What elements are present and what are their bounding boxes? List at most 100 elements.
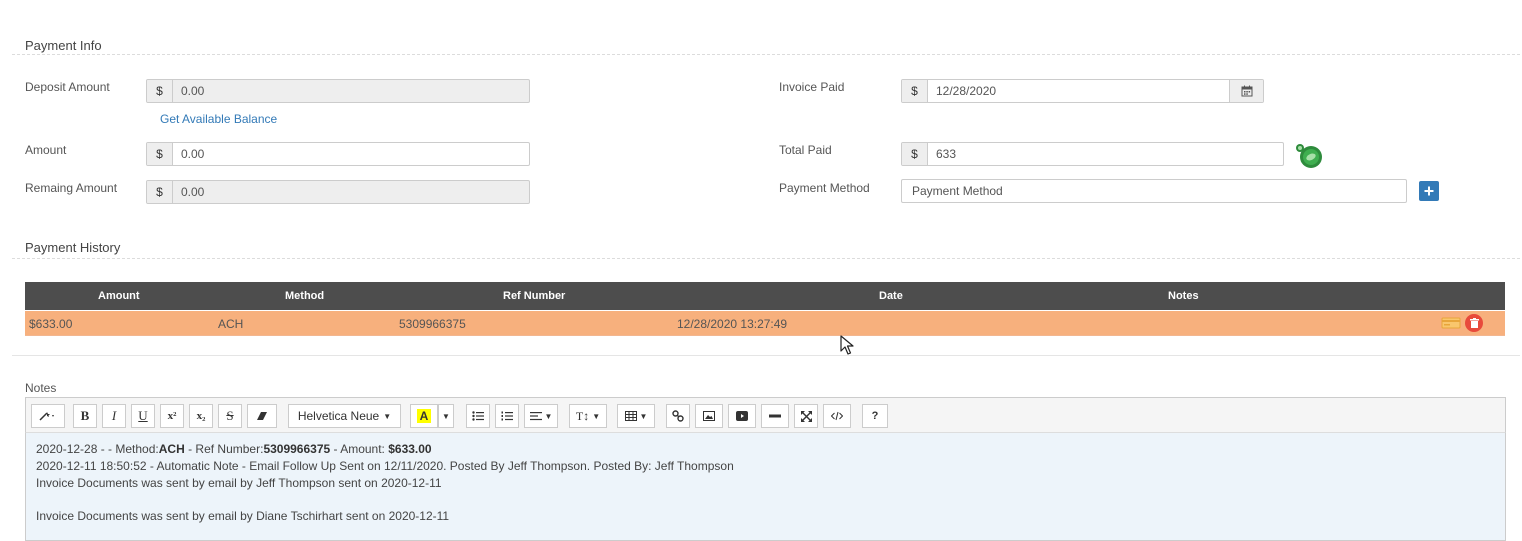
currency-addon: $ [902, 80, 928, 102]
row-ref-number: 5309966375 [399, 317, 466, 331]
color-dropdown-toggle[interactable]: ▼ [438, 404, 454, 428]
insert-video-button[interactable] [728, 404, 756, 428]
highlight-color-button[interactable]: A [410, 404, 438, 428]
column-header-ref-number[interactable]: Ref Number [503, 290, 565, 302]
currency-addon: $ [147, 80, 173, 102]
column-header-date[interactable]: Date [879, 290, 903, 302]
note-line-4: Invoice Documents was sent by email by D… [36, 509, 450, 523]
amount-label: Amount [25, 143, 67, 157]
column-header-amount[interactable]: Amount [98, 290, 140, 302]
ordered-list-button[interactable] [495, 404, 519, 428]
column-header-method[interactable]: Method [285, 290, 324, 302]
invoice-paid-label: Invoice Paid [779, 80, 845, 94]
invoice-paid-value: 12/28/2020 [936, 84, 997, 98]
payment-info-divider [12, 54, 1520, 55]
link-icon [672, 410, 684, 422]
note-text: 2020-12-28 - - Method: [36, 442, 159, 456]
invoice-paid-field[interactable]: $ 12/28/2020 [901, 79, 1264, 103]
amount-value: 0.00 [181, 147, 205, 161]
plus-icon [1424, 186, 1434, 196]
deposit-amount-field[interactable]: $ 0.00 [146, 79, 530, 103]
currency-addon: $ [147, 181, 173, 203]
unordered-list-button[interactable] [466, 404, 490, 428]
payment-history-title: Payment History [25, 240, 121, 255]
text-height-icon: T↕ [575, 408, 590, 423]
superscript-button[interactable]: x² [160, 404, 184, 428]
minus-icon [769, 414, 781, 418]
calendar-icon[interactable] [1229, 80, 1263, 102]
payment-method-label: Payment Method [779, 181, 870, 195]
trash-icon [1469, 318, 1479, 328]
eraser-icon [257, 412, 267, 420]
code-view-button[interactable] [823, 404, 851, 428]
row-date: 12/28/2020 13:27:49 [677, 317, 788, 331]
notes-title: Notes [25, 381, 57, 395]
money-icon[interactable] [1294, 142, 1324, 170]
payment-method-placeholder: Payment Method [912, 184, 1003, 198]
notes-editor-toolbar: B I U x² x₂ S Helvetica Neue ▼ A ▼ ▼ T↕ … [25, 397, 1506, 433]
insert-image-button[interactable] [695, 404, 723, 428]
table-row[interactable]: $633.00 ACH 5309966375 12/28/2020 13:27:… [25, 311, 1505, 336]
chevron-down-icon: ▼ [639, 411, 648, 421]
total-paid-field[interactable]: $ 633 [901, 142, 1284, 166]
style-dropdown-button[interactable] [31, 404, 65, 428]
image-icon [703, 411, 715, 421]
horizontal-rule-button[interactable] [761, 404, 789, 428]
video-icon [736, 411, 748, 421]
payment-info-title: Payment Info [25, 38, 102, 53]
total-paid-value: 633 [936, 147, 957, 161]
table-icon [624, 411, 637, 421]
text-color-icon: A [416, 409, 432, 423]
mouse-cursor-icon [840, 335, 856, 357]
note-amount: $633.00 [388, 442, 432, 456]
column-header-notes[interactable]: Notes [1168, 290, 1199, 302]
note-text: - Ref Number: [184, 442, 264, 456]
notes-editor-content[interactable]: 2020-12-28 - - Method:ACH - Ref Number:5… [25, 433, 1506, 541]
total-paid-label: Total Paid [779, 143, 832, 157]
payment-method-field[interactable]: Payment Method [901, 179, 1407, 203]
text-size-dropdown[interactable]: T↕ ▼ [569, 404, 607, 428]
align-left-icon [529, 412, 542, 421]
note-line-1: 2020-12-28 - - Method:ACH - Ref Number:5… [36, 442, 432, 456]
payment-history-divider [12, 258, 1520, 259]
table-dropdown[interactable]: ▼ [617, 404, 655, 428]
note-method: ACH [158, 442, 185, 456]
remaining-amount-field[interactable]: $ 0.00 [146, 180, 530, 204]
note-line-2: 2020-12-11 18:50:52 - Automatic Note - E… [36, 459, 734, 473]
font-family-value: Helvetica Neue [297, 409, 380, 423]
paragraph-align-dropdown[interactable]: ▼ [524, 404, 558, 428]
remaining-amount-value: 0.00 [181, 185, 205, 199]
numbered-list-icon [501, 411, 513, 421]
font-family-dropdown[interactable]: Helvetica Neue ▼ [288, 404, 401, 428]
italic-button[interactable]: I [102, 404, 126, 428]
link-button[interactable] [666, 404, 690, 428]
note-ref-number: 5309966375 [263, 442, 331, 456]
eraser-button[interactable] [247, 404, 277, 428]
underline-button[interactable]: U [131, 404, 155, 428]
bold-button[interactable]: B [73, 404, 97, 428]
bullet-list-icon [472, 411, 484, 421]
currency-addon: $ [147, 143, 173, 165]
section-divider [12, 355, 1520, 356]
chevron-down-icon: ▼ [383, 411, 392, 421]
magic-wand-icon [39, 412, 54, 421]
subscript-button[interactable]: x₂ [189, 404, 213, 428]
chevron-down-icon: ▼ [592, 411, 601, 421]
delete-payment-button[interactable] [1465, 314, 1483, 332]
fullscreen-button[interactable] [794, 404, 818, 428]
note-text: - Amount: [330, 442, 389, 456]
expand-icon [800, 410, 812, 422]
payment-history-table-header: Amount Method Ref Number Date Notes [25, 282, 1505, 310]
row-amount: $633.00 [29, 317, 73, 331]
row-method: ACH [218, 317, 244, 331]
currency-addon: $ [902, 143, 928, 165]
get-available-balance-link[interactable]: Get Available Balance [160, 112, 277, 126]
note-line-3: Invoice Documents was sent by email by J… [36, 476, 442, 490]
help-button[interactable]: ? [862, 404, 888, 428]
strikethrough-button[interactable]: S [218, 404, 242, 428]
edit-payment-icon[interactable] [1441, 317, 1461, 329]
amount-field[interactable]: $ 0.00 [146, 142, 530, 166]
code-icon [831, 411, 843, 421]
add-payment-method-button[interactable] [1419, 181, 1439, 201]
remaining-amount-label: Remaing Amount [25, 181, 118, 195]
